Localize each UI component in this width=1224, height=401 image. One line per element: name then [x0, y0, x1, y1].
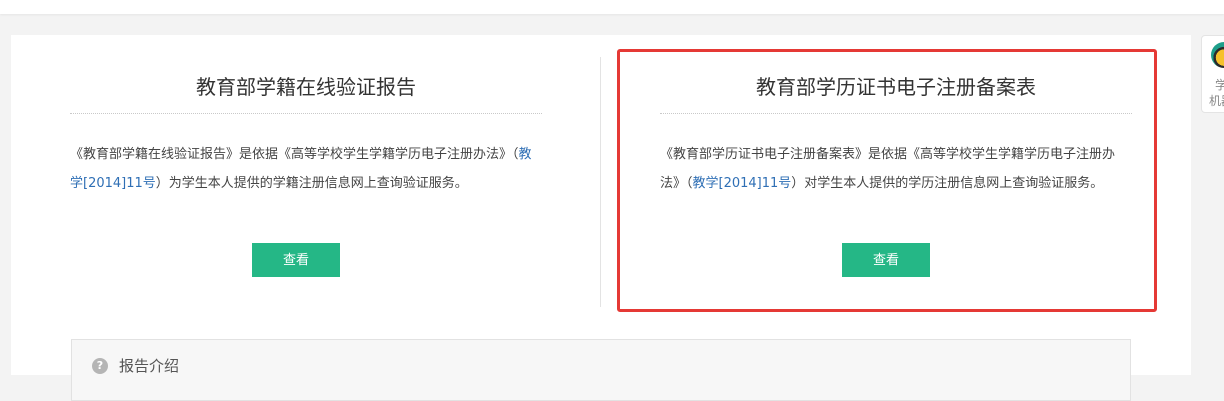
report-panel-degree: 教育部学历证书电子注册备案表 《教育部学历证书电子注册备案表》是依据《高等学校学…: [660, 73, 1132, 277]
reports-card: 教育部学籍在线验证报告 《教育部学籍在线验证报告》是依据《高等学校学生学籍学历电…: [11, 35, 1191, 401]
panel-title: 教育部学籍在线验证报告: [70, 73, 542, 114]
report-panel-enrollment: 教育部学籍在线验证报告 《教育部学籍在线验证报告》是依据《高等学校学生学籍学历电…: [70, 73, 542, 277]
view-enrollment-report-button[interactable]: 查看: [252, 243, 340, 277]
panel-description: 《教育部学历证书电子注册备案表》是依据《高等学校学生学籍学历电子注册办法》（教学…: [660, 147, 1116, 191]
top-nav-bar: [0, 0, 1224, 14]
view-degree-report-button[interactable]: 查看: [842, 243, 930, 277]
mascot-avatar-icon: [1211, 42, 1224, 68]
widget-label-line2: 机器: [1209, 94, 1224, 108]
side-float-widget[interactable]: 学 机器: [1201, 35, 1224, 113]
panel-description: 《教育部学籍在线验证报告》是依据《高等学校学生学籍学历电子注册办法》（教学[20…: [70, 147, 532, 191]
column-divider: [600, 57, 601, 307]
regulation-link[interactable]: 教学[2014]11号: [693, 176, 792, 191]
panel-title: 教育部学历证书电子注册备案表: [660, 73, 1132, 114]
report-intro-label: 报告介绍: [119, 357, 180, 375]
report-intro-section[interactable]: ? 报告介绍: [71, 339, 1131, 401]
widget-label-line1: 学: [1215, 76, 1224, 93]
